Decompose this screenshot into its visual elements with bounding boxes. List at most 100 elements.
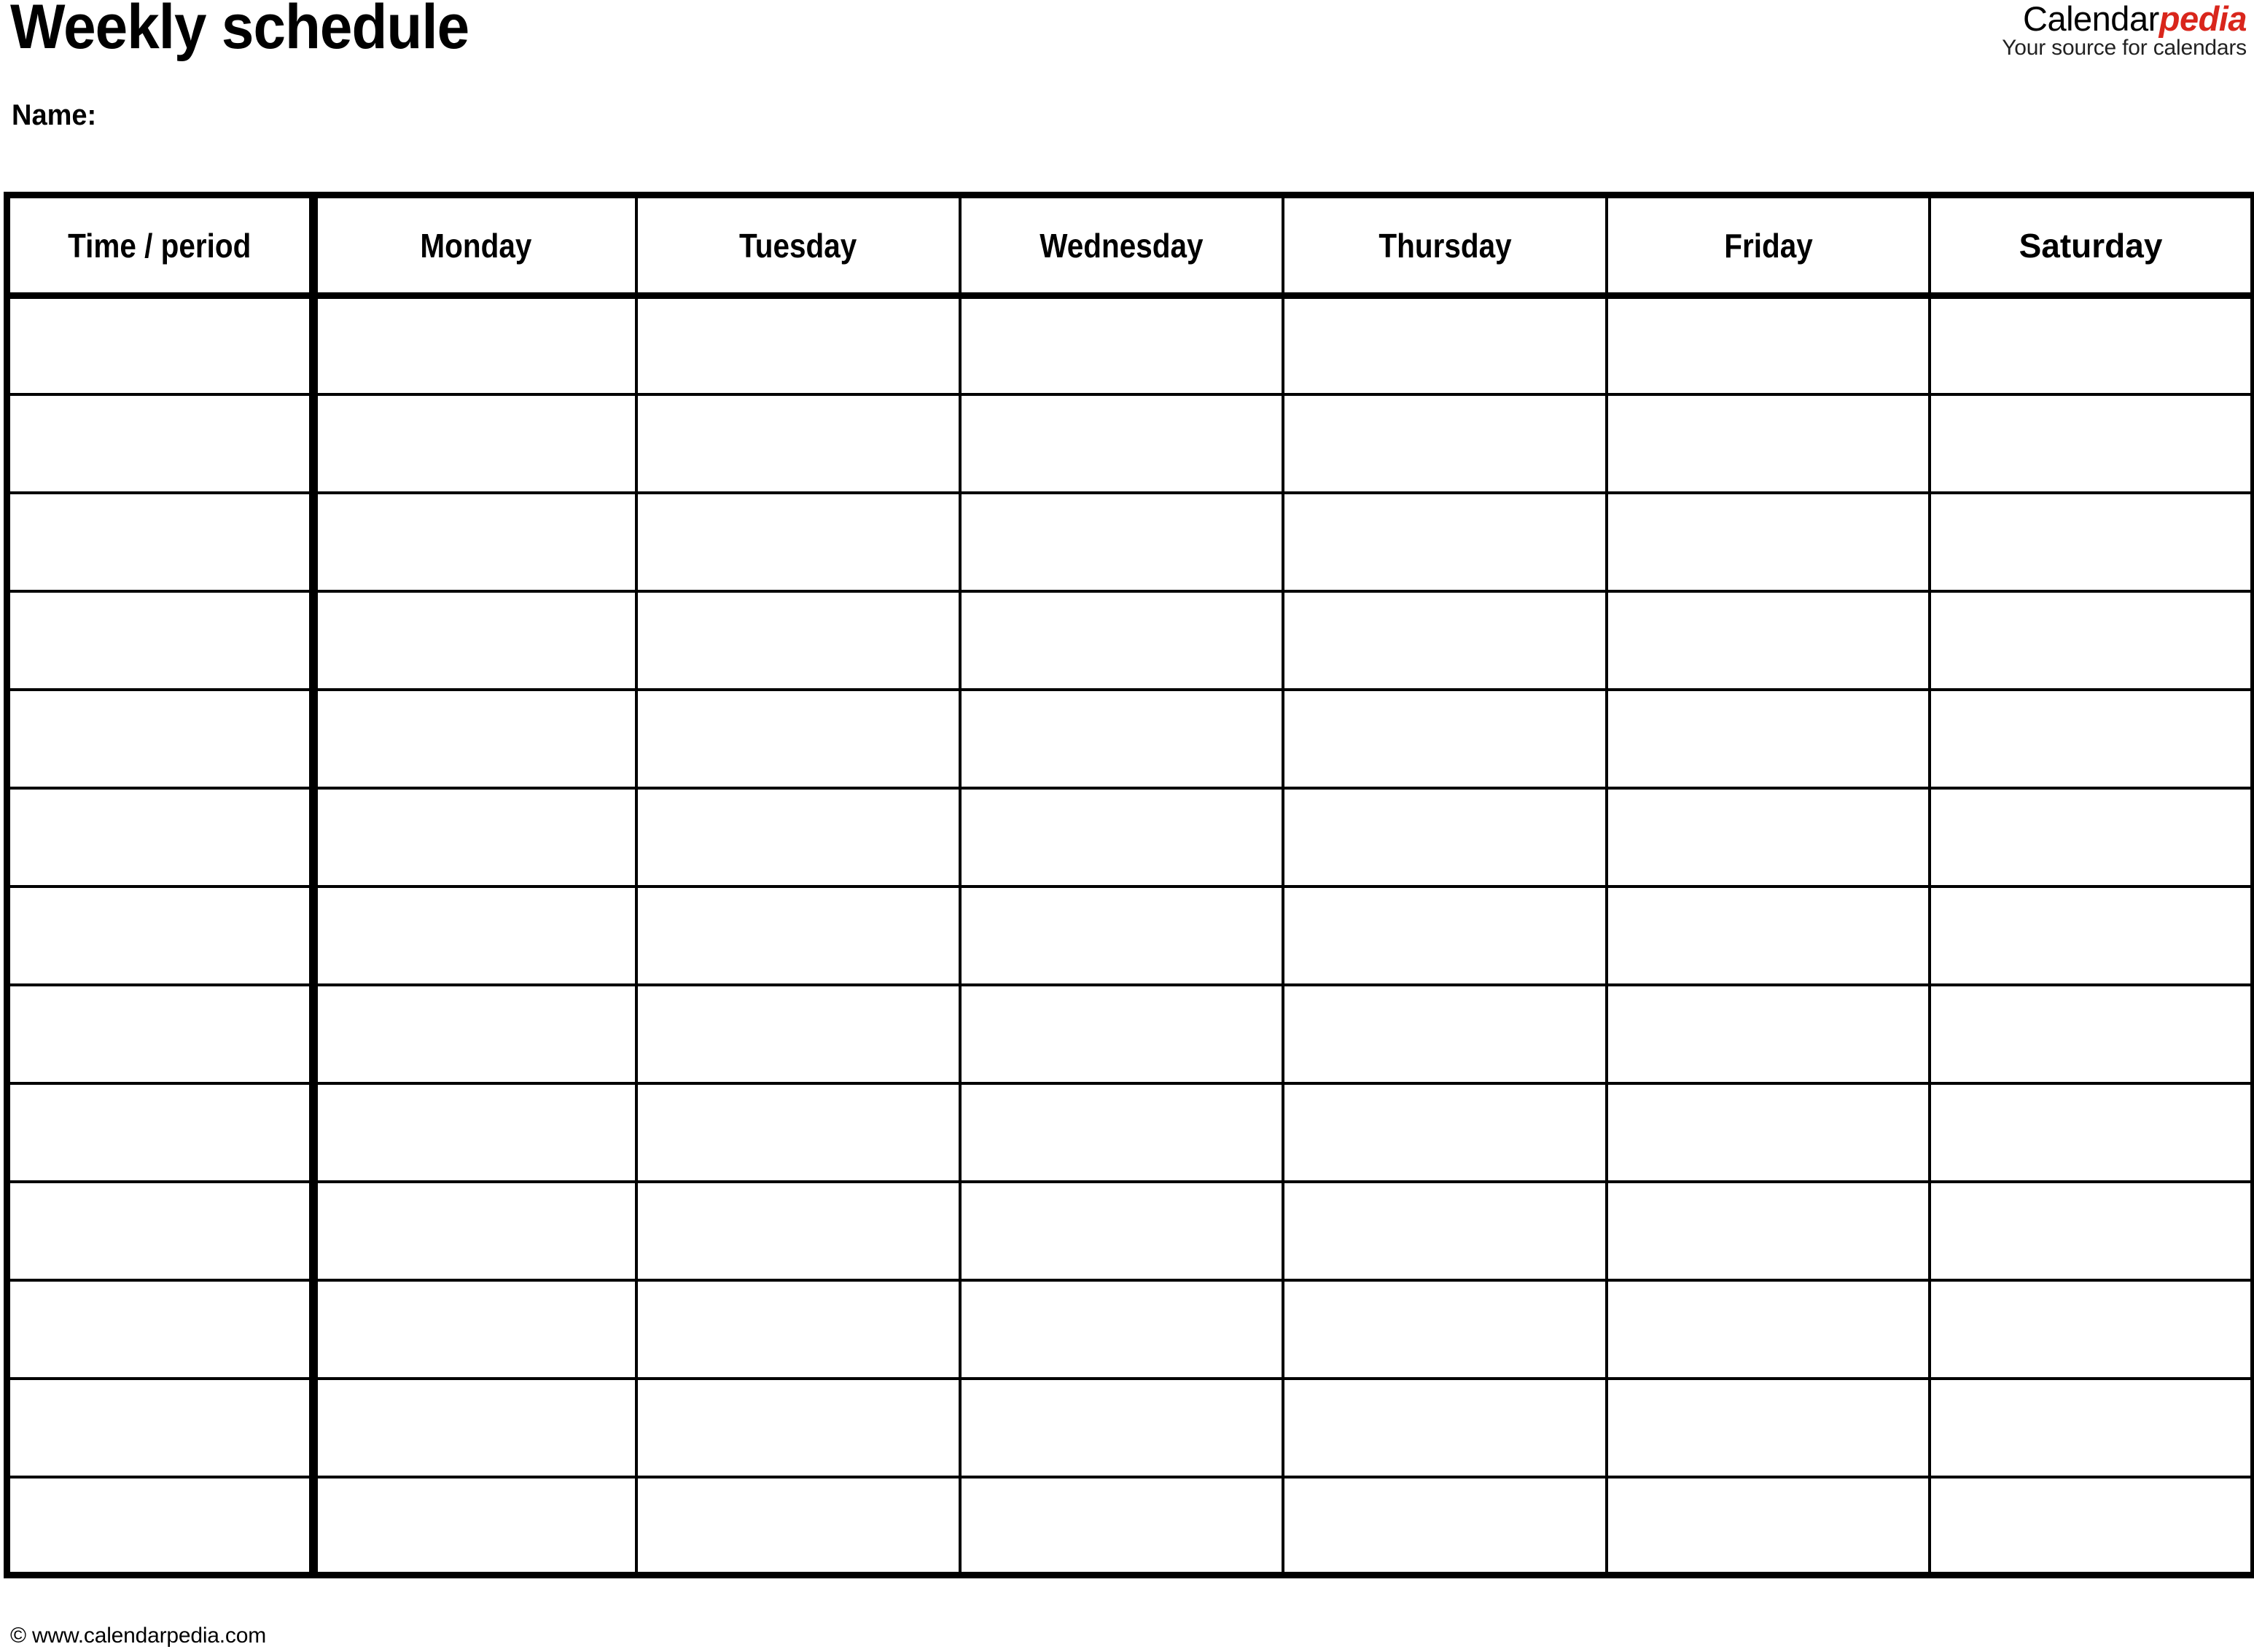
cell-saturday[interactable] (1928, 1081, 2254, 1183)
cell-friday[interactable] (1604, 589, 1932, 691)
cell-monday[interactable] (311, 1180, 639, 1282)
cell-thursday[interactable] (1282, 1475, 1608, 1578)
cell-friday[interactable] (1604, 491, 1932, 593)
cell-friday[interactable] (1604, 1278, 1932, 1380)
cell-saturday[interactable] (1928, 1278, 2254, 1380)
cell-tuesday[interactable] (635, 294, 962, 396)
cell-wednesday[interactable] (958, 1180, 1285, 1282)
cell-tuesday[interactable] (635, 491, 962, 593)
cell-saturday[interactable] (1928, 392, 2254, 494)
cell-monday[interactable] (311, 983, 639, 1085)
cell-time[interactable] (4, 1081, 318, 1183)
cell-saturday[interactable] (1928, 786, 2254, 888)
cell-wednesday[interactable] (958, 786, 1285, 888)
cell-saturday[interactable] (1928, 983, 2254, 1085)
cell-thursday[interactable] (1282, 1278, 1608, 1380)
cell-monday[interactable] (311, 392, 639, 494)
cell-saturday[interactable] (1928, 491, 2254, 593)
cell-friday[interactable] (1604, 1475, 1932, 1578)
cell-time[interactable] (4, 392, 318, 494)
cell-thursday[interactable] (1282, 1081, 1608, 1183)
cell-thursday[interactable] (1282, 687, 1608, 790)
cell-thursday[interactable] (1282, 1376, 1608, 1478)
cell-time[interactable] (4, 884, 318, 986)
cell-wednesday[interactable] (958, 491, 1285, 593)
cell-tuesday[interactable] (635, 884, 962, 986)
cell-tuesday[interactable] (635, 1278, 962, 1380)
cell-time[interactable] (4, 294, 318, 396)
cell-tuesday[interactable] (635, 687, 962, 790)
cell-friday[interactable] (1604, 1180, 1932, 1282)
cell-time[interactable] (4, 491, 318, 593)
cell-tuesday[interactable] (635, 786, 962, 888)
cell-wednesday[interactable] (958, 687, 1285, 790)
cell-thursday[interactable] (1282, 294, 1608, 396)
cell-saturday[interactable] (1928, 1376, 2254, 1478)
cell-saturday[interactable] (1928, 687, 2254, 790)
cell-monday[interactable] (311, 884, 639, 986)
cell-thursday[interactable] (1282, 491, 1608, 593)
cell-time[interactable] (4, 589, 318, 691)
column-header-label: Wednesday (1040, 226, 1204, 265)
cell-wednesday[interactable] (958, 1278, 1285, 1380)
cell-monday[interactable] (311, 589, 639, 691)
cell-time[interactable] (4, 1475, 318, 1578)
cell-friday[interactable] (1604, 687, 1932, 790)
cell-tuesday[interactable] (635, 1081, 962, 1183)
cell-thursday[interactable] (1282, 786, 1608, 888)
cell-wednesday[interactable] (958, 1475, 1285, 1578)
table-header: Time / period Monday Tuesday Wednesday Thurs… (4, 192, 2254, 299)
cell-friday[interactable] (1604, 884, 1932, 986)
cell-friday[interactable] (1604, 1081, 1932, 1183)
calendarpedia-logo: Calendarpedia Your source for calendars (2002, 1, 2247, 59)
cell-wednesday[interactable] (958, 1081, 1285, 1183)
cell-time[interactable] (4, 1376, 318, 1478)
cell-time[interactable] (4, 786, 318, 888)
cell-saturday[interactable] (1928, 1475, 2254, 1578)
cell-monday[interactable] (311, 491, 639, 593)
cell-friday[interactable] (1604, 983, 1932, 1085)
cell-tuesday[interactable] (635, 1475, 962, 1578)
table-row (4, 884, 2254, 986)
cell-monday[interactable] (311, 1376, 639, 1478)
cell-time[interactable] (4, 687, 318, 790)
cell-tuesday[interactable] (635, 589, 962, 691)
cell-saturday[interactable] (1928, 884, 2254, 986)
cell-wednesday[interactable] (958, 294, 1285, 396)
page-title: Weekly schedule (10, 0, 469, 62)
cell-monday[interactable] (311, 1081, 639, 1183)
cell-time[interactable] (4, 1278, 318, 1380)
cell-thursday[interactable] (1282, 392, 1608, 494)
cell-wednesday[interactable] (958, 589, 1285, 691)
cell-wednesday[interactable] (958, 983, 1285, 1085)
cell-saturday[interactable] (1928, 589, 2254, 691)
cell-monday[interactable] (311, 294, 639, 396)
cell-friday[interactable] (1604, 294, 1932, 396)
cell-monday[interactable] (311, 786, 639, 888)
cell-thursday[interactable] (1282, 1180, 1608, 1282)
cell-friday[interactable] (1604, 786, 1932, 888)
column-header-label: Saturday (2019, 226, 2163, 265)
cell-wednesday[interactable] (958, 392, 1285, 494)
cell-saturday[interactable] (1928, 294, 2254, 396)
cell-monday[interactable] (311, 687, 639, 790)
cell-time[interactable] (4, 983, 318, 1085)
cell-tuesday[interactable] (635, 1376, 962, 1478)
cell-thursday[interactable] (1282, 884, 1608, 986)
cell-tuesday[interactable] (635, 392, 962, 494)
cell-wednesday[interactable] (958, 884, 1285, 986)
cell-tuesday[interactable] (635, 1180, 962, 1282)
cell-time[interactable] (4, 1180, 318, 1282)
cell-tuesday[interactable] (635, 983, 962, 1085)
cell-thursday[interactable] (1282, 589, 1608, 691)
cell-saturday[interactable] (1928, 1180, 2254, 1282)
cell-monday[interactable] (311, 1278, 639, 1380)
column-header-wednesday: Wednesday (958, 192, 1285, 299)
cell-monday[interactable] (311, 1475, 639, 1578)
cell-friday[interactable] (1604, 392, 1932, 494)
page-header: Weekly schedule Name: Calendarpedia Your… (0, 0, 2254, 195)
cell-wednesday[interactable] (958, 1376, 1285, 1478)
cell-thursday[interactable] (1282, 983, 1608, 1085)
table-header-row: Time / period Monday Tuesday Wednesday Thurs… (4, 192, 2254, 299)
cell-friday[interactable] (1604, 1376, 1932, 1478)
